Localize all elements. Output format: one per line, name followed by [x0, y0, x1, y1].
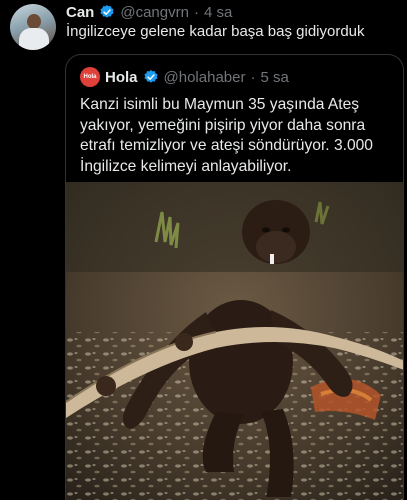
tweet-header: Can @cangvrn · 4 sa	[66, 2, 232, 22]
verified-badge-icon	[100, 5, 114, 18]
quoted-author-handle[interactable]: @holahaber	[164, 69, 246, 86]
quoted-author-name[interactable]: Hola	[105, 69, 138, 86]
avatar[interactable]	[10, 4, 56, 50]
timestamp[interactable]: 4 sa	[204, 4, 232, 21]
author-name[interactable]: Can	[66, 4, 94, 21]
quoted-timestamp[interactable]: 5 sa	[260, 69, 288, 86]
hola-logo-text: Hola	[83, 74, 97, 80]
quoted-tweet-photo[interactable]	[66, 182, 403, 500]
quoted-tweet-header: Hola Hola @holahaber · 5 sa	[80, 66, 289, 88]
quoted-tweet-text: Kanzi isimli bu Maymun 35 yaşında Ateş y…	[80, 96, 373, 175]
hola-logo[interactable]: Hola	[80, 67, 100, 87]
bonobo-photo	[66, 182, 403, 500]
tweet-text: İngilizceye gelene kadar başa baş gidiyo…	[66, 23, 365, 40]
author-handle[interactable]: @cangvrn	[120, 4, 189, 21]
quoted-tweet[interactable]: Hola Hola @holahaber · 5 sa Kanzi isimli…	[65, 54, 404, 500]
verified-badge-icon	[143, 70, 158, 83]
tweet: Can @cangvrn · 4 sa İngilizceye gelene k…	[0, 0, 407, 500]
separator-dot: ·	[193, 3, 199, 21]
separator-dot: ·	[250, 68, 256, 86]
